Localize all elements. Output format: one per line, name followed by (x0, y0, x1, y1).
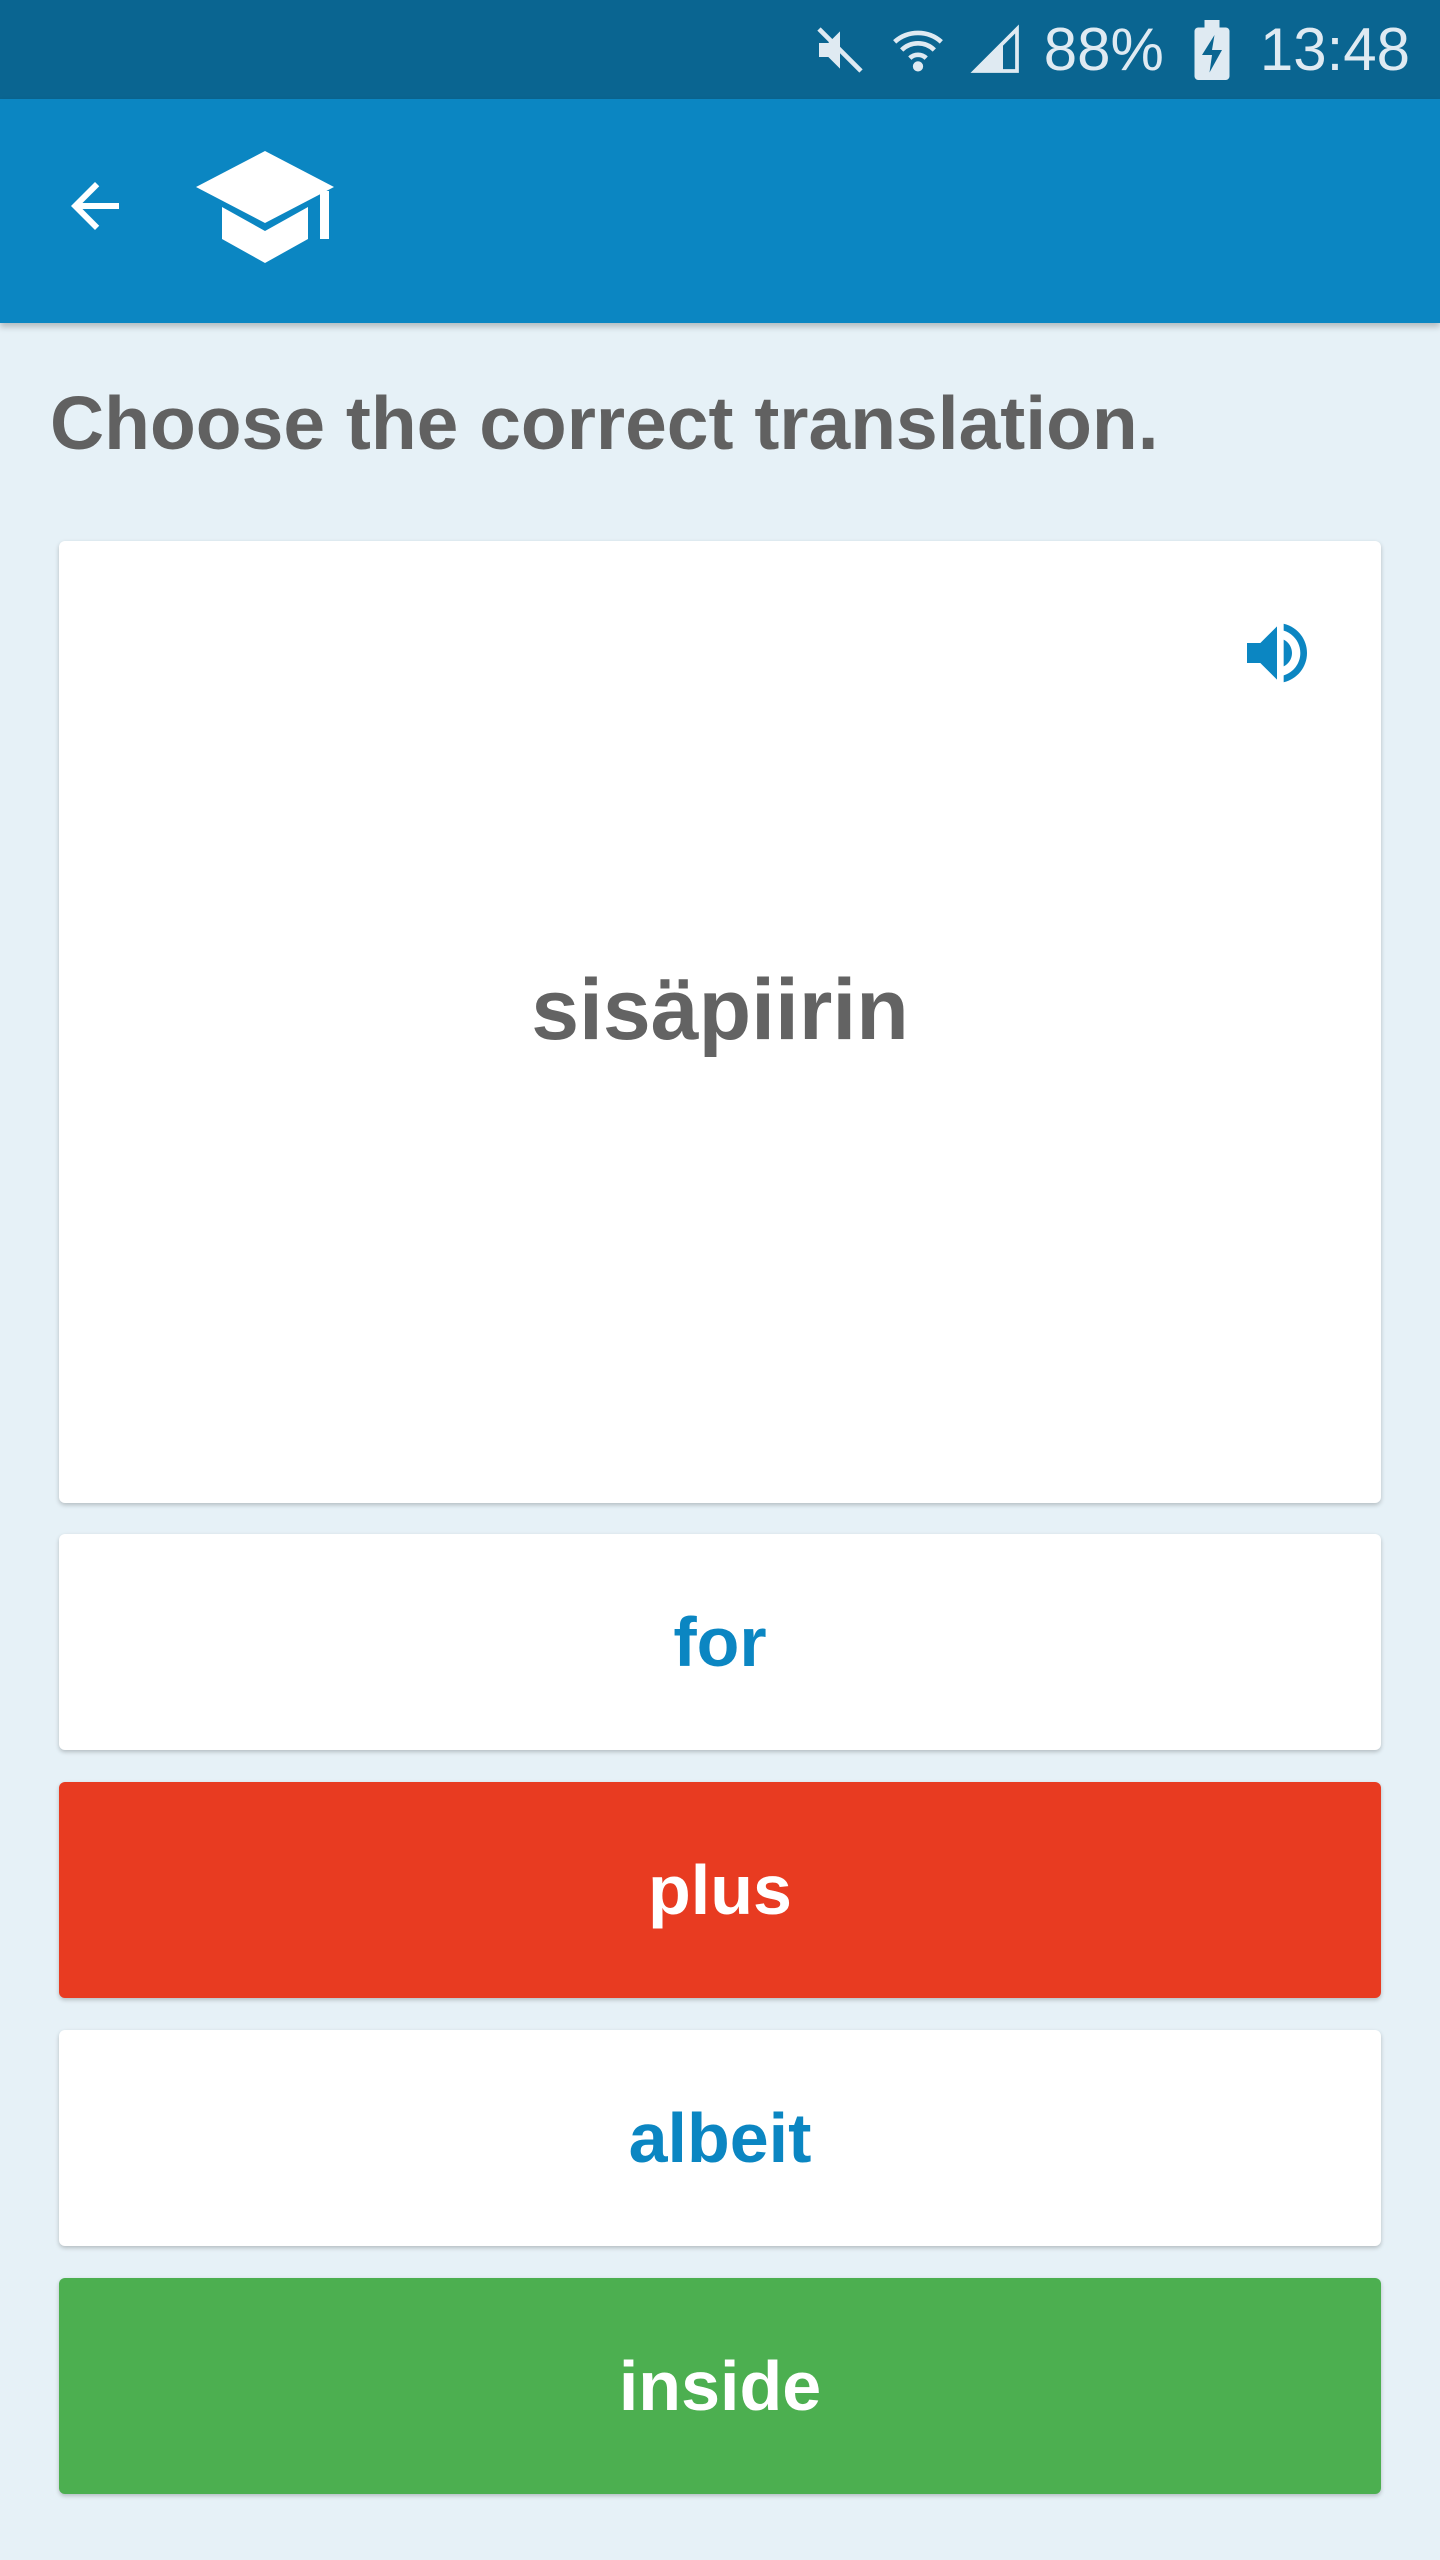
clock: 13:48 (1259, 16, 1410, 83)
answer-option-inside[interactable]: inside (59, 2278, 1381, 2494)
answer-option-plus[interactable]: plus (59, 1782, 1381, 1998)
answer-option-for[interactable]: for (59, 1534, 1381, 1750)
answer-option-albeit[interactable]: albeit (59, 2030, 1381, 2246)
app-toolbar (0, 99, 1440, 323)
word-card: sisäpiirin (59, 541, 1381, 1503)
back-button[interactable] (50, 161, 140, 251)
instruction-text: Choose the correct translation. (50, 381, 1159, 465)
quiz-word: sisäpiirin (531, 962, 909, 1058)
speaker-icon[interactable] (1237, 613, 1317, 693)
status-bar: 88% 13:48 (0, 0, 1440, 99)
battery-percent: 88% (1043, 16, 1164, 83)
wifi-icon (888, 20, 948, 80)
mute-icon (810, 20, 870, 80)
battery-charging-icon (1182, 19, 1242, 80)
arrow-left-icon (71, 182, 119, 230)
signal-icon (966, 20, 1026, 80)
graduation-cap-icon (196, 151, 334, 265)
